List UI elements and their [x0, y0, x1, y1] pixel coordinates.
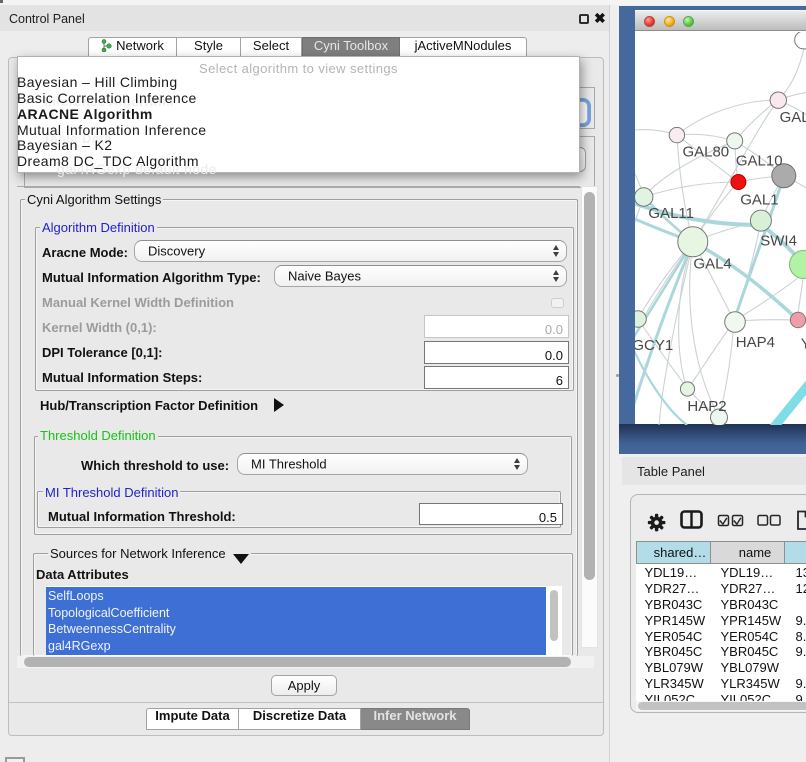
svg-text:GAL7: GAL7 — [780, 109, 806, 126]
svg-text:HAP4: HAP4 — [736, 334, 775, 351]
svg-text:GAL11: GAL11 — [648, 205, 694, 222]
svg-text:GAL10: GAL10 — [736, 152, 783, 169]
svg-text:GAL80: GAL80 — [682, 143, 729, 160]
svg-text:GAL1: GAL1 — [740, 191, 778, 208]
svg-text:HAP2: HAP2 — [687, 398, 726, 415]
svg-text:GAL4: GAL4 — [693, 256, 731, 273]
svg-text:SWI4: SWI4 — [760, 233, 797, 250]
svg-text:GCY1: GCY1 — [635, 337, 673, 354]
svg-text:YJ: YJ — [801, 336, 806, 353]
